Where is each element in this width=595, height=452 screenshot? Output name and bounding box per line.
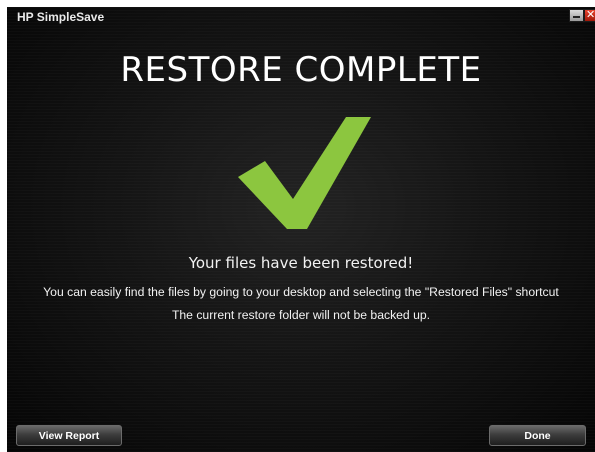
close-button[interactable]: ✕ [584, 9, 595, 22]
done-button[interactable]: Done [489, 425, 586, 446]
minimize-icon [573, 16, 580, 18]
minimize-button[interactable] [569, 9, 584, 22]
window-title: HP SimpleSave [17, 10, 105, 24]
close-icon: ✕ [586, 9, 595, 21]
status-message: Your files have been restored! [188, 254, 414, 272]
view-report-button[interactable]: View Report [16, 425, 122, 446]
checkmark-icon [238, 117, 371, 229]
detail-text-2: The current restore folder will not be b… [171, 308, 431, 322]
detail-text-1: You can easily find the files by going t… [43, 285, 559, 299]
page-title: RESTORE COMPLETE [120, 50, 482, 90]
app-window: HP SimpleSave ✕ RESTORE COMPLETE Your fi… [7, 7, 595, 452]
